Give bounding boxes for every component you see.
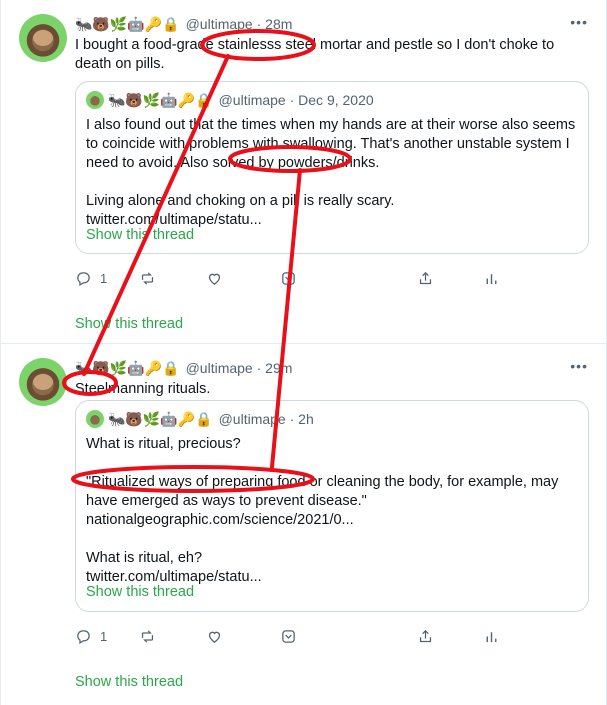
- reply-icon: [77, 630, 90, 645]
- show-thread-link[interactable]: Show this thread: [75, 316, 183, 332]
- tweet-header: 🐜🐻🌿🤖🔑🔒 @ultimape · 28m: [75, 14, 292, 34]
- like-button[interactable]: [206, 628, 223, 645]
- quoted-tweet[interactable]: 🐜🐻🌿🤖🔑🔒 @ultimape · Dec 9, 2020 I also fo…: [75, 81, 589, 254]
- quoted-tweet-text: What is ritual, precious? "Ritualized wa…: [86, 435, 578, 587]
- quoted-handle-date: @ultimape · 2h: [218, 411, 314, 427]
- display-name-emojis[interactable]: 🐜🐻🌿🤖🔑🔒: [75, 16, 180, 33]
- heart-icon: [208, 631, 221, 643]
- quoted-display-name-emojis: 🐜🐻🌿🤖🔑🔒: [108, 410, 213, 427]
- timestamp[interactable]: · 28m: [257, 16, 293, 32]
- tweet-text: Steelmanning rituals.: [75, 381, 211, 397]
- reply-icon: [77, 272, 90, 287]
- handle[interactable]: @ultimape: [186, 16, 253, 32]
- avatar[interactable]: [19, 14, 67, 62]
- retweet-icon: [141, 272, 154, 285]
- tweet[interactable]: 🐜🐻🌿🤖🔑🔒 @ultimape · 28m ••• I bought a fo…: [0, 0, 607, 344]
- analytics-icon: [486, 274, 497, 285]
- reply-count: 1: [100, 629, 108, 644]
- reply-button[interactable]: 1: [75, 628, 107, 645]
- tweet[interactable]: 🐜🐻🌿🤖🔑🔒 @ultimape · 29m ••• Steelmanning …: [0, 344, 607, 705]
- shield-chevron-icon: [282, 630, 295, 643]
- tweet-text: I bought a food-grade stainlesss steel m…: [75, 37, 555, 72]
- analytics-icon: [486, 632, 497, 643]
- quoted-show-thread-link[interactable]: Show this thread: [86, 584, 194, 600]
- heart-icon: [208, 273, 221, 285]
- quoted-paragraph: Living alone and choking on a pill is re…: [86, 193, 395, 228]
- shield-chevron-icon: [282, 272, 295, 285]
- display-name-emojis[interactable]: 🐜🐻🌿🤖🔑🔒: [75, 360, 180, 377]
- quoted-avatar: [86, 91, 104, 109]
- quoted-handle-date: @ultimape · Dec 9, 2020: [218, 92, 374, 108]
- analytics-button[interactable]: [483, 270, 500, 287]
- quoted-paragraph: What is ritual, precious?: [86, 436, 241, 452]
- share-icon: [419, 271, 432, 285]
- tweet-header: 🐜🐻🌿🤖🔑🔒 @ultimape · 29m: [75, 358, 292, 378]
- quoted-paragraph: I also found out that the times when my …: [86, 117, 576, 171]
- handle[interactable]: @ultimape: [186, 360, 253, 376]
- like-button[interactable]: [206, 270, 223, 287]
- quoted-paragraph: What is ritual, eh? twitter.com/ultimape…: [86, 550, 262, 585]
- share-icon: [419, 629, 432, 643]
- reply-button[interactable]: 1: [75, 270, 107, 287]
- quoted-tweet-header: 🐜🐻🌿🤖🔑🔒 @ultimape · Dec 9, 2020: [86, 90, 374, 110]
- avatar[interactable]: [19, 358, 67, 406]
- share-button[interactable]: [417, 628, 434, 645]
- retweet-icon: [141, 630, 154, 643]
- more-options-icon[interactable]: •••: [570, 358, 588, 374]
- quoted-tweet[interactable]: 🐜🐻🌿🤖🔑🔒 @ultimape · 2h What is ritual, pr…: [75, 400, 589, 612]
- share-button[interactable]: [417, 270, 434, 287]
- tweet-actions: 1: [75, 628, 515, 648]
- show-thread-link[interactable]: Show this thread: [75, 674, 183, 690]
- quoted-avatar: [86, 410, 104, 428]
- quoted-show-thread-link[interactable]: Show this thread: [86, 227, 194, 243]
- retweet-button[interactable]: [139, 270, 156, 287]
- quoted-paragraph: "Ritualized ways of preparing food or cl…: [86, 474, 559, 528]
- more-options-icon[interactable]: •••: [570, 14, 588, 30]
- tweet-actions: 1: [75, 270, 515, 290]
- retweet-button[interactable]: [139, 628, 156, 645]
- analytics-button[interactable]: [483, 628, 500, 645]
- reply-count: 1: [100, 271, 108, 286]
- quoted-tweet-text: I also found out that the times when my …: [86, 116, 578, 230]
- quoted-display-name-emojis: 🐜🐻🌿🤖🔑🔒: [108, 91, 213, 108]
- tip-button[interactable]: [280, 628, 297, 645]
- tip-button[interactable]: [280, 270, 297, 287]
- timestamp[interactable]: · 29m: [257, 360, 293, 376]
- quoted-tweet-header: 🐜🐻🌿🤖🔑🔒 @ultimape · 2h: [86, 409, 314, 429]
